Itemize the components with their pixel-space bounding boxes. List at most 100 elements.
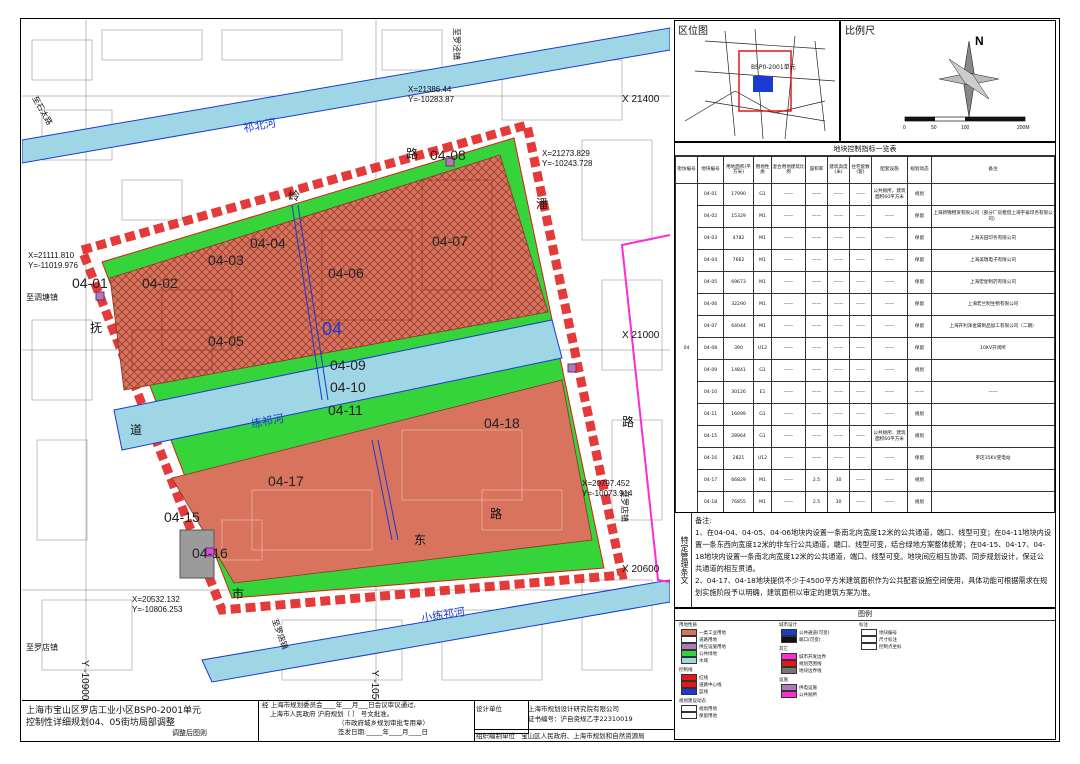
table-cell [931,359,1055,382]
legend-label: 供应设施用地 [699,644,726,650]
table-cell: —— [827,183,850,206]
col-header-mix: 混合用地建筑比例 [771,156,806,184]
legend-label: 红线 [699,675,708,681]
legend-label: 规划用地 [699,706,717,712]
table-cell: 30126 [723,381,754,404]
table-cell: 04-16 [697,447,724,470]
table-cell: U12 [753,337,772,360]
table-cell: —— [805,337,828,360]
table-cell: 规划 [907,491,932,514]
legend-item: 红线 [681,674,708,681]
table-row: 04 04-01 17990 G1 —— —— —— —— 公共厕所，建筑面积60平方米 规划 [675,183,1055,514]
table-cell: —— [771,359,806,382]
table-cell: 04-05 [697,271,724,294]
table-cell: —— [849,447,872,470]
legend-swatch [681,688,697,695]
legend-label: 道路中心线 [699,682,722,688]
axis-x-21400: X 21400 [622,94,660,105]
table-cell: 罗店35KV变电站 [931,447,1055,470]
legend-swatch [681,712,697,719]
legend-item: 尺寸标注 [861,636,897,643]
legend-swatch [861,629,877,636]
table-cell: 04-09 [697,359,724,382]
table-row: 04-09 14841 G1 —— —— —— —— —— 规划 [676,359,1055,382]
table-row: 04-05 69673 M1 —— —— —— —— —— 保留 上海宏星制药有限公司 [676,271,1055,294]
table-row: 04-08 390 U12 —— —— —— —— —— 保留 10KV开闭所 [676,337,1055,360]
legend-swatch [681,636,697,643]
road-label-north: 路 [406,146,418,161]
table-cell: M1 [753,469,772,492]
legend-label: 蓝线 [699,689,708,695]
table-cell: —— [849,271,872,294]
table-cell: —— [849,469,872,492]
approval-line-4: 签发日期:_____年____月____日 [338,728,428,736]
table-cell: —— [827,227,850,250]
table-cell: G1 [753,403,772,426]
legend-swatch [681,681,697,688]
legend-label: 一类工业用地 [699,630,726,636]
table-cell: 2.5 [805,469,828,492]
table-row: 04-17 66829 M1 —— 2.5 30 —— —— 规划 [676,469,1055,492]
control-index-table: 街坊编号 地块编号 用地面积(平方米) 用地性质 混合用地建筑比例 容积率 建筑… [675,156,1055,514]
table-cell: —— [827,249,850,272]
table-cell: —— [871,205,908,228]
block-number: 04 [322,319,342,339]
control-table-box: 地块控制指标一览表 街坊编号 地块编号 用地面积(平方米) 用地性质 混合用地建… [674,142,1056,540]
table-cell: —— [805,227,828,250]
table-cell: 66829 [723,469,754,492]
legend-label: 地块边界线 [799,668,822,674]
table-title: 地块控制指标一览表 [675,143,1055,156]
table-cell: 04-07 [697,315,724,338]
table-cell: 69673 [723,271,754,294]
table-cell: —— [827,425,850,448]
legend-label: 城市开发边界 [799,654,826,660]
coord-4-y: Y=-10073.914 [582,489,633,498]
table-cell: 7662 [723,249,754,272]
table-cell: —— [827,403,850,426]
title-line-2: 控制性详细规划04、05街坊局部调整 [26,718,175,728]
special-notes-box: 特定管理条文 备注: 1、在04-04、04-05、04-06地块内设置一条南北… [674,512,1056,608]
legend-item: 规划用地 [681,705,717,712]
table-cell: —— [907,381,932,404]
table-cell: —— [771,205,806,228]
table-cell: —— [871,359,908,382]
table-cell: G1 [753,183,772,206]
table-cell: 2821 [723,447,754,470]
table-cell: —— [849,425,872,448]
road-label-east-bottom: 路 [622,414,634,429]
table-row: 04-15 28964 G1 —— —— —— —— 公共厕所，建筑面积60平方米 规划 [676,425,1055,448]
legend-item: 道路中心线 [681,681,722,688]
col-header-units: 住宅套数(套) [849,156,872,184]
direction-label-southwest: 至罗店镇 [26,642,58,652]
notes-item-2: 2、04-17、04-18地块提供不少于4500平方米建筑面积作为公共配套设施空… [695,576,1048,597]
table-row: 04-04 7662 M1 —— —— —— —— —— 保留 上海美瑞电子有限公司 [676,249,1055,272]
legend-label: 规划范围线 [799,661,822,667]
table-cell: 30 [827,469,850,492]
table-cell: —— [771,381,806,404]
legend-swatch [681,629,697,636]
table-cell: M1 [753,227,772,250]
table-cell: —— [805,293,828,316]
table-cell [931,183,1055,206]
table-cell: —— [849,205,872,228]
table-cell: G1 [753,425,772,448]
col-header-remark: 备注 [931,156,1055,184]
legend-item: 控制点坐标 [861,643,902,650]
approval-line-3: （市政府城乡规划审批专用章） [338,719,429,727]
approval-cell: 经 上海市规划委员会____年___月___日会议审议通过, 上海市人民政府 沪… [258,701,475,741]
table-cell [931,403,1055,426]
legend-swatch [681,650,697,657]
table-cell: 04-18 [697,491,724,514]
table-cell: —— [827,381,850,404]
plot-label-04-03: 04-03 [208,252,244,268]
table-cell: —— [849,359,872,382]
table-cell: —— [871,469,908,492]
legend-label: 端口(可变) [799,637,821,643]
legend-swatch [781,653,797,660]
table-cell: —— [805,249,828,272]
road-label-east-top: 潘 [536,197,548,211]
coord-1-x: X=21386.44 [408,85,452,94]
scale-tick-200: 200M [1017,125,1030,131]
table-row: 04-11 16099 G1 —— —— —— —— —— 规划 [676,403,1055,426]
legend-swatch [681,674,697,681]
